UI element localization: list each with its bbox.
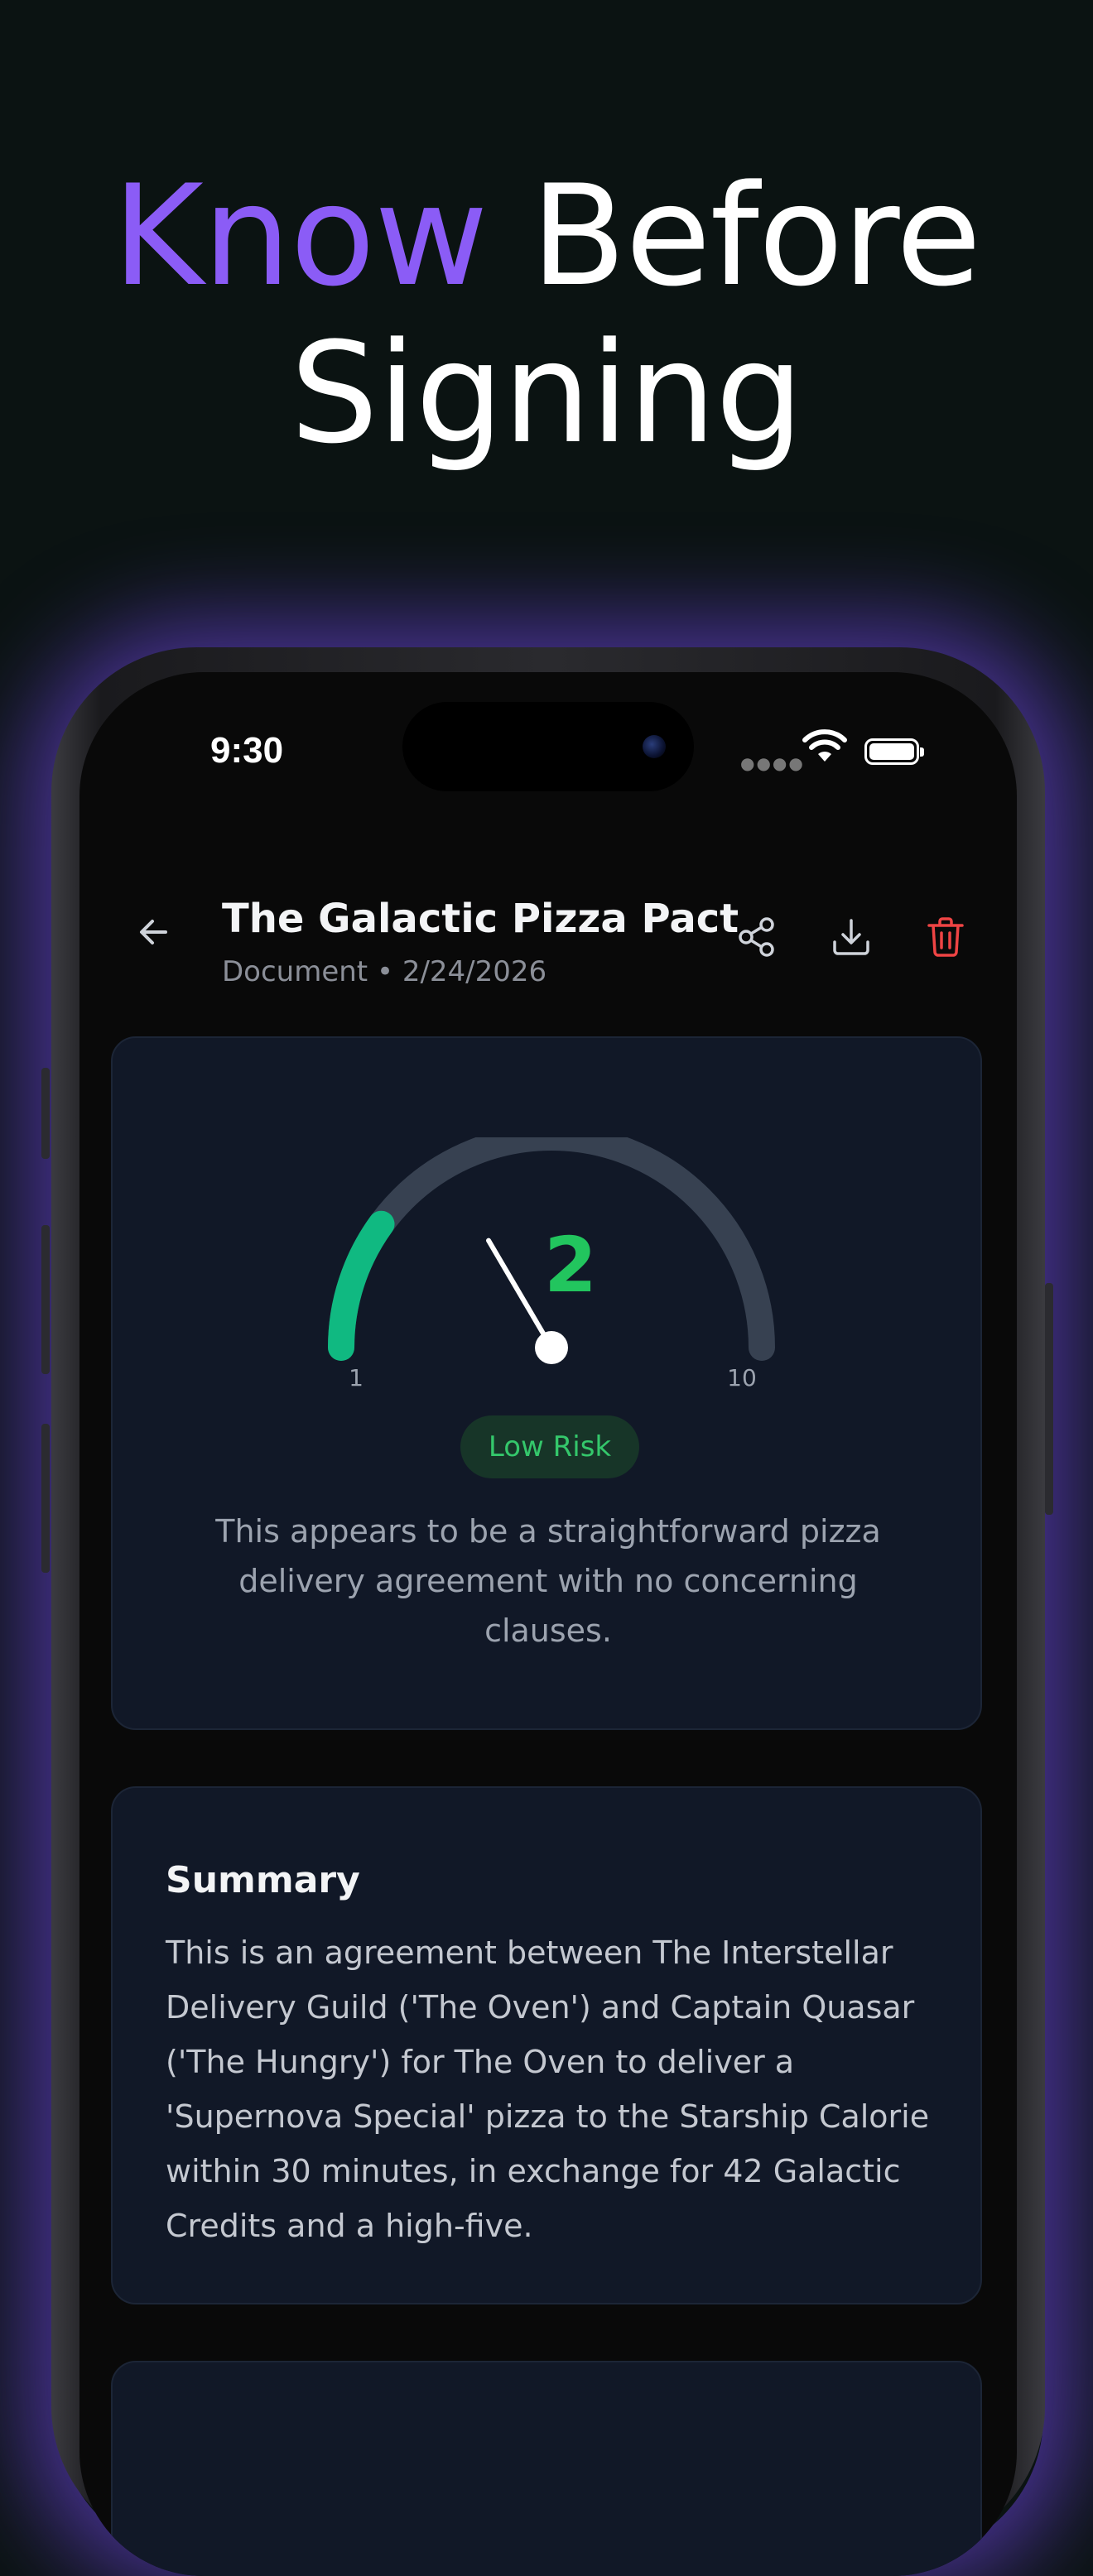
- headline: Know Before Signing: [0, 157, 1093, 472]
- risk-card: 2 1 10 Low Risk This appears to be a str…: [111, 1036, 982, 1730]
- summary-text: This is an agreement between The Interst…: [166, 1934, 930, 2244]
- battery-icon: [864, 738, 924, 765]
- gauge-min-label: 1: [349, 1364, 364, 1391]
- gauge-needle: [486, 1238, 554, 1350]
- risk-level-badge: Low Risk: [460, 1415, 639, 1478]
- camera-icon: [643, 735, 666, 758]
- headline-line-1: Know Before: [0, 157, 1093, 315]
- headline-line-2: Signing: [290, 312, 803, 474]
- status-time: 9:30: [210, 730, 284, 771]
- gauge-score: 2: [544, 1221, 597, 1310]
- volume-up-button: [41, 1225, 50, 1374]
- power-button: [1045, 1283, 1053, 1515]
- headline-accent: Know: [112, 155, 489, 317]
- summary-card: Summary This is an agreement between The…: [111, 1786, 982, 2304]
- phone-screen: 9:30 ●●●● The Galactic Pizza Pact Docume…: [79, 672, 1017, 2576]
- volume-down-button: [41, 1424, 50, 1573]
- share-icon[interactable]: [734, 914, 780, 960]
- summary-title: Summary: [166, 1859, 360, 1901]
- gauge-fill: [328, 1210, 395, 1361]
- wifi-icon: [802, 729, 847, 762]
- document-title: The Galactic Pizza Pact: [222, 896, 739, 942]
- document-header: The Galactic Pizza Pact Document • 2/24/…: [79, 871, 1017, 988]
- delete-trash-icon[interactable]: [922, 914, 969, 960]
- gauge-max-label: 10: [727, 1364, 757, 1391]
- risk-gauge: 2 1 10: [328, 1137, 775, 1391]
- dynamic-island: [402, 702, 694, 791]
- headline-rest: Before: [487, 155, 981, 317]
- next-card: [111, 2361, 982, 2576]
- download-icon[interactable]: [828, 914, 874, 960]
- back-arrow-icon[interactable]: [129, 907, 179, 957]
- gauge-hub: [535, 1331, 568, 1364]
- action-button: [41, 1068, 50, 1159]
- signal-icon: ●●●●: [740, 753, 805, 773]
- risk-description: This appears to be a straightforward piz…: [215, 1513, 881, 1649]
- document-meta: Document • 2/24/2026: [222, 955, 547, 988]
